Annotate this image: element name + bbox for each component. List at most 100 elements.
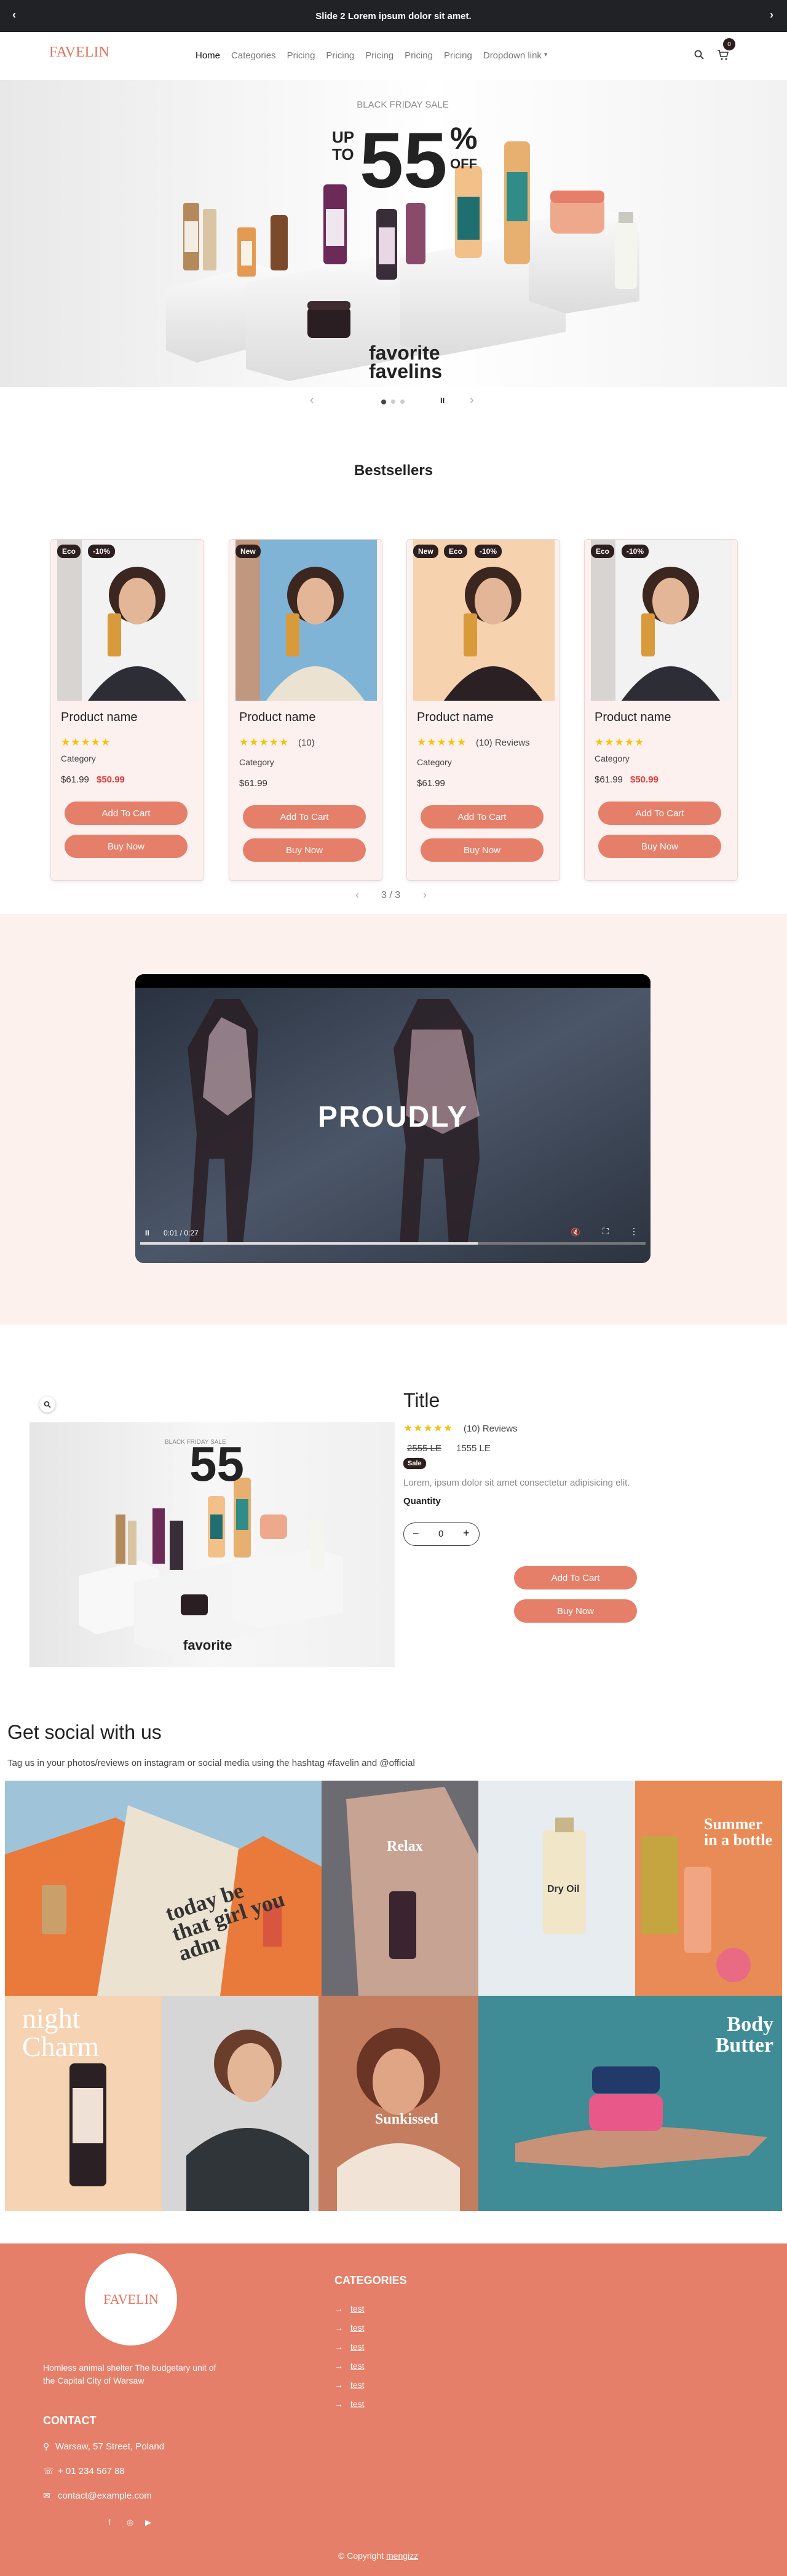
video-player[interactable]: PROUDLY II 0:01 / 0:27 🔇 ⛶ ⋮ — [135, 974, 651, 1263]
slider-dot-3[interactable] — [400, 400, 405, 404]
product-card-reviews[interactable]: (10) Reviews — [476, 738, 530, 748]
quantity-minus-button[interactable]: − — [413, 1527, 419, 1540]
chevron-right-icon[interactable]: › — [770, 9, 773, 22]
footer-link-row[interactable]: → test — [334, 2361, 364, 2371]
product-card-stars: ★★★★★ — [239, 736, 290, 748]
add-to-cart-button[interactable]: Add To Cart — [65, 802, 188, 825]
video-overlay-text: PROUDLY — [317, 1101, 469, 1133]
footer-contact-title: CONTACT — [43, 2414, 97, 2427]
nav-dropdown-link[interactable]: Dropdown link — [483, 50, 542, 61]
nav-item[interactable]: Categories — [231, 50, 276, 61]
product-card-image[interactable] — [57, 540, 199, 701]
product-card[interactable]: Eco -10% Product name ★★★★★ Category $61.99 $5… — [584, 539, 738, 881]
buy-now-button[interactable]: Buy Now — [421, 838, 544, 862]
social-tile-4[interactable]: Summer in a bottle — [635, 1781, 782, 1996]
slider-next-icon[interactable]: › — [470, 393, 474, 408]
footer-author-link[interactable]: mengizz — [386, 2551, 418, 2561]
social-tile-6[interactable] — [162, 1996, 318, 2211]
social-tile-7[interactable]: Sunkissed — [318, 1996, 478, 2211]
product-card[interactable]: New Eco -10% Product name ★★★★★ (10) Reviews C… — [406, 539, 560, 881]
footer-link-row[interactable]: → test — [334, 2323, 364, 2333]
facebook-icon[interactable]: f — [108, 2518, 111, 2527]
add-to-cart-button[interactable]: Add To Cart — [243, 805, 366, 829]
cart-icon[interactable] — [717, 49, 732, 63]
carousel-next-icon[interactable]: › — [423, 889, 427, 902]
social-tile-3[interactable]: Dry Oil — [478, 1781, 635, 1996]
carousel-prev-icon[interactable]: ‹ — [355, 889, 359, 902]
footer-email[interactable]: contact@example.com — [58, 2491, 152, 2501]
detail-add-to-cart-button[interactable]: Add To Cart — [514, 1566, 637, 1589]
detail-buy-now-button[interactable]: Buy Now — [514, 1599, 637, 1623]
video-play-pause-icon[interactable]: II — [145, 1229, 149, 1237]
social-tile-4-text: Summer in a bottle — [704, 1815, 773, 1849]
footer-category-link[interactable]: test — [350, 2380, 365, 2390]
footer-link-row[interactable]: → test — [334, 2304, 364, 2314]
nav-item[interactable]: Pricing — [365, 50, 394, 61]
social-tile-8[interactable]: Body Butter — [478, 1996, 782, 2211]
social-tile-2[interactable]: Relax — [322, 1781, 478, 1996]
social-title: Get social with us — [7, 1721, 162, 1743]
product-badge: Eco — [444, 545, 468, 558]
youtube-icon[interactable]: ▶ — [145, 2518, 151, 2527]
product-card-image[interactable] — [413, 540, 555, 701]
footer-logo[interactable]: FAVELIN — [85, 2253, 177, 2346]
slider-dot-1[interactable] — [381, 400, 386, 404]
product-card-stars: ★★★★★ — [595, 736, 645, 748]
nav-item[interactable]: Pricing — [326, 50, 354, 61]
footer-category-link[interactable]: test — [350, 2304, 365, 2314]
quantity-value[interactable]: 0 — [438, 1529, 443, 1539]
chevron-down-icon[interactable]: ▾ — [544, 50, 548, 61]
zoom-icon[interactable] — [39, 1396, 55, 1412]
product-card-sale-price: $50.99 — [630, 774, 658, 785]
mute-icon[interactable]: 🔇 — [571, 1227, 580, 1237]
quantity-stepper: − 0 + — [403, 1522, 480, 1546]
fullscreen-icon[interactable]: ⛶ — [603, 1226, 609, 1237]
product-card-reviews[interactable]: (10) — [298, 738, 315, 748]
arrow-right-icon: → — [334, 2380, 343, 2390]
product-card-name[interactable]: Product name — [417, 711, 494, 725]
nav-home[interactable]: Home — [196, 50, 220, 61]
buy-now-button[interactable]: Buy Now — [243, 838, 366, 862]
product-card-image[interactable] — [235, 540, 377, 701]
slider-prev-icon[interactable]: ‹ — [310, 393, 314, 408]
social-tile-1[interactable]: today be that girl you adm — [5, 1781, 322, 1996]
product-card[interactable]: New Product name ★★★★★ (10) Category $61.99 Ad… — [229, 539, 382, 881]
product-price: 1555 LE — [456, 1443, 491, 1454]
search-icon[interactable] — [694, 49, 707, 63]
nav-item[interactable]: Pricing — [287, 50, 315, 61]
product-image[interactable]: BLACK FRIDAY SALE 55 favorite — [30, 1422, 395, 1667]
product-card-category: Category — [61, 754, 96, 763]
add-to-cart-button[interactable]: Add To Cart — [598, 802, 721, 825]
bestsellers-title: Bestsellers — [354, 462, 433, 479]
nav-item[interactable]: Pricing — [405, 50, 433, 61]
footer-link-row[interactable]: → test — [334, 2342, 364, 2352]
more-options-icon[interactable]: ⋮ — [630, 1226, 638, 1237]
add-to-cart-button[interactable]: Add To Cart — [421, 805, 544, 829]
footer: FAVELIN Homless animal shelter The budge… — [0, 2243, 787, 2576]
social-tile-5[interactable]: night Charm — [5, 1996, 162, 2211]
slider-pause-icon[interactable]: II — [440, 396, 445, 405]
product-card-image[interactable] — [591, 540, 732, 701]
footer-link-row[interactable]: → test — [334, 2399, 364, 2409]
product-card[interactable]: Eco -10% Product name ★★★★★ Category $61.99 $5… — [50, 539, 204, 881]
product-card-price: $61.99 — [595, 774, 623, 785]
footer-category-link[interactable]: test — [350, 2323, 365, 2333]
instagram-icon[interactable]: ◎ — [127, 2518, 133, 2527]
footer-phone[interactable]: + 01 234 567 88 — [58, 2466, 125, 2476]
brand-logo[interactable]: FAVELIN — [49, 44, 109, 61]
buy-now-button[interactable]: Buy Now — [598, 835, 721, 858]
product-card-name[interactable]: Product name — [61, 711, 138, 725]
arrow-right-icon: → — [334, 2323, 343, 2333]
slider-dot-2[interactable] — [391, 400, 395, 404]
nav-item[interactable]: Pricing — [444, 50, 472, 61]
footer-category-link[interactable]: test — [350, 2399, 365, 2409]
product-card-name[interactable]: Product name — [239, 711, 316, 725]
buy-now-button[interactable]: Buy Now — [65, 835, 188, 858]
footer-link-row[interactable]: → test — [334, 2380, 364, 2390]
product-card-name[interactable]: Product name — [595, 711, 671, 725]
footer-category-link[interactable]: test — [350, 2361, 365, 2371]
chevron-left-icon[interactable]: ‹ — [12, 9, 16, 22]
quantity-plus-button[interactable]: + — [463, 1527, 470, 1540]
footer-category-link[interactable]: test — [350, 2342, 365, 2352]
product-reviews[interactable]: (10) Reviews — [464, 1424, 518, 1434]
